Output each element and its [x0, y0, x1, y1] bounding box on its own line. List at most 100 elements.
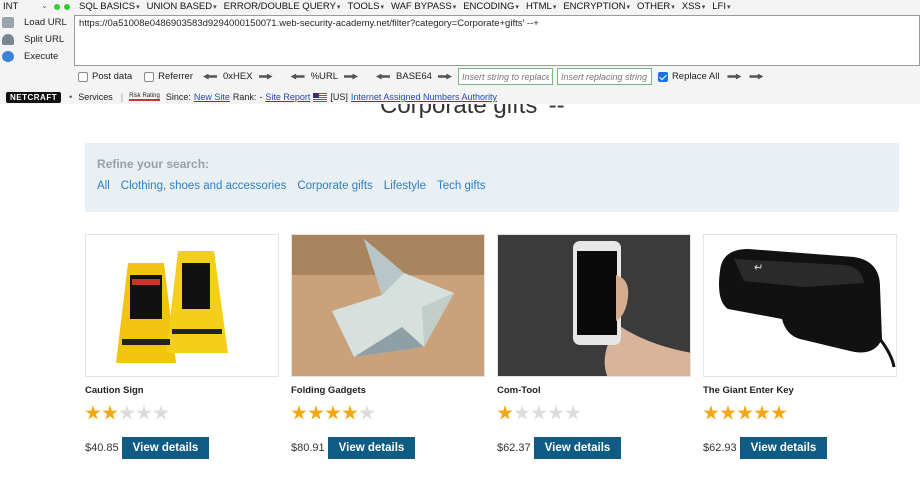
menu-xss[interactable]: XSS — [682, 1, 706, 12]
star-icon — [737, 405, 753, 420]
insert-string-input[interactable] — [457, 68, 553, 85]
product-price: $62.37 — [497, 442, 531, 454]
hackbar-menu: INT ⌄ SQL BASICS UNION BASED ERROR/DOUBL… — [0, 0, 920, 13]
product-name: Folding Gadgets — [291, 385, 366, 396]
menu-other[interactable]: OTHER — [637, 1, 675, 12]
load-url-button[interactable]: Load URL — [2, 14, 72, 31]
host-link[interactable]: Internet Assigned Numbers Authority — [351, 92, 497, 102]
green-status-icon — [64, 3, 70, 10]
menu-encryption[interactable]: ENCRYPTION — [563, 1, 630, 12]
filter-corporate-gifts[interactable]: Corporate gifts — [297, 180, 372, 192]
site-report-link[interactable]: Site Report — [265, 92, 310, 102]
product-card: Caution Sign $40.85 View details — [85, 234, 279, 459]
referrer-checkbox[interactable] — [144, 71, 155, 82]
decode-arrow-icon[interactable] — [376, 73, 391, 80]
menu-error-double-query[interactable]: ERROR/DOUBLE QUERY — [224, 1, 341, 12]
green-status-icon — [54, 3, 60, 10]
menu-lfi[interactable]: LFI — [712, 1, 730, 12]
country-label: [US] — [330, 92, 348, 102]
product-rating — [703, 405, 897, 421]
product-image: ↵ — [703, 234, 897, 377]
menu-union-based[interactable]: UNION BASED — [147, 1, 217, 12]
dropdown-icon[interactable]: • — [69, 92, 72, 102]
divider: | — [120, 92, 124, 102]
split-url-button[interactable]: Split URL — [2, 31, 72, 48]
filter-lifestyle[interactable]: Lifestyle — [384, 180, 426, 192]
risk-rating-badge: Risk Rating — [129, 93, 160, 101]
execute-icon — [2, 51, 14, 62]
encode-arrow-icon[interactable] — [437, 73, 452, 80]
hackbar: INT ⌄ SQL BASICS UNION BASED ERROR/DOUBL… — [0, 0, 920, 104]
star-icon — [754, 405, 770, 420]
filter-tech-gifts[interactable]: Tech gifts — [437, 180, 486, 192]
encode-arrow-icon[interactable] — [344, 73, 359, 80]
netcraft-logo[interactable]: NETCRAFT — [6, 91, 62, 103]
product-rating — [497, 405, 691, 421]
filter-all[interactable]: All — [97, 180, 110, 192]
url-textarea[interactable]: https://0a51008e0486903583d9294000150071… — [74, 15, 920, 66]
product-card: Com-Tool $62.37 View details — [497, 234, 691, 459]
load-url-label: Load URL — [24, 17, 67, 28]
replace-all-checkbox[interactable] — [657, 71, 668, 82]
menu-html[interactable]: HTML — [526, 1, 556, 12]
execute-button[interactable]: Execute — [2, 48, 72, 65]
star-icon — [119, 405, 135, 420]
menu-waf-bypass[interactable]: WAF BYPASS — [391, 1, 456, 12]
referrer-label: Referrer — [158, 71, 193, 82]
star-icon — [153, 405, 169, 420]
view-details-button[interactable]: View details — [739, 437, 828, 459]
version-select-value: INT — [3, 1, 19, 12]
hex-label: 0xHEX — [222, 71, 253, 82]
view-details-button[interactable]: View details — [533, 437, 622, 459]
menu-sql-basics[interactable]: SQL BASICS — [79, 1, 140, 12]
services-menu[interactable]: Services — [78, 92, 113, 102]
decode-arrow-icon[interactable] — [202, 73, 217, 80]
star-icon — [703, 405, 719, 420]
star-icon — [565, 405, 581, 420]
view-details-button[interactable]: View details — [327, 437, 416, 459]
product-rating — [291, 405, 485, 421]
product-price: $62.93 — [703, 442, 737, 454]
refine-title: Refine your search: — [97, 157, 210, 171]
star-icon — [342, 405, 358, 420]
encode-arrow-icon[interactable] — [258, 73, 273, 80]
since-link[interactable]: New Site — [194, 92, 230, 102]
product-price: $40.85 — [85, 442, 119, 454]
product-card: ↵ The Giant Enter Key $62.93 View detail… — [703, 234, 897, 459]
product-card: Folding Gadgets $80.91 View details — [291, 234, 485, 459]
refine-search-panel: Refine your search: All Clothing, shoes … — [85, 143, 899, 212]
star-icon — [325, 405, 341, 420]
replacing-string-input[interactable] — [556, 68, 652, 85]
product-image — [85, 234, 279, 377]
key-label: ↵ — [753, 261, 764, 275]
rank-value: - — [259, 92, 263, 102]
menu-tools[interactable]: TOOLS — [347, 1, 384, 12]
post-data-checkbox[interactable] — [78, 71, 88, 82]
rank-label: Rank: — [232, 92, 257, 102]
product-image — [291, 234, 485, 377]
hackbar-actions: Load URL Split URL Execute — [2, 14, 72, 65]
product-name: Caution Sign — [85, 385, 144, 396]
star-icon — [102, 405, 118, 420]
filter-clothing[interactable]: Clothing, shoes and accessories — [121, 180, 287, 192]
star-icon — [308, 405, 324, 420]
execute-label: Execute — [24, 51, 59, 62]
star-icon — [514, 405, 530, 420]
us-flag-icon — [313, 92, 328, 102]
decode-arrow-icon[interactable] — [290, 73, 305, 80]
replace-back-arrow-icon[interactable] — [749, 73, 764, 80]
product-price: $80.91 — [291, 442, 325, 454]
replace-arrow-icon[interactable] — [727, 73, 742, 80]
star-icon — [771, 405, 787, 420]
version-select[interactable]: INT ⌄ — [0, 1, 52, 12]
star-icon — [85, 405, 101, 420]
product-name: Com-Tool — [497, 385, 541, 396]
hackbar-options: Post data Referrer 0xHEX %URL BASE64 Rep… — [78, 68, 920, 85]
star-icon — [291, 405, 307, 420]
view-details-button[interactable]: View details — [121, 437, 210, 459]
chevron-down-icon: ⌄ — [41, 1, 48, 10]
menu-encoding[interactable]: ENCODING — [463, 1, 519, 12]
split-icon — [2, 34, 14, 45]
star-icon — [720, 405, 736, 420]
split-url-label: Split URL — [24, 34, 65, 45]
